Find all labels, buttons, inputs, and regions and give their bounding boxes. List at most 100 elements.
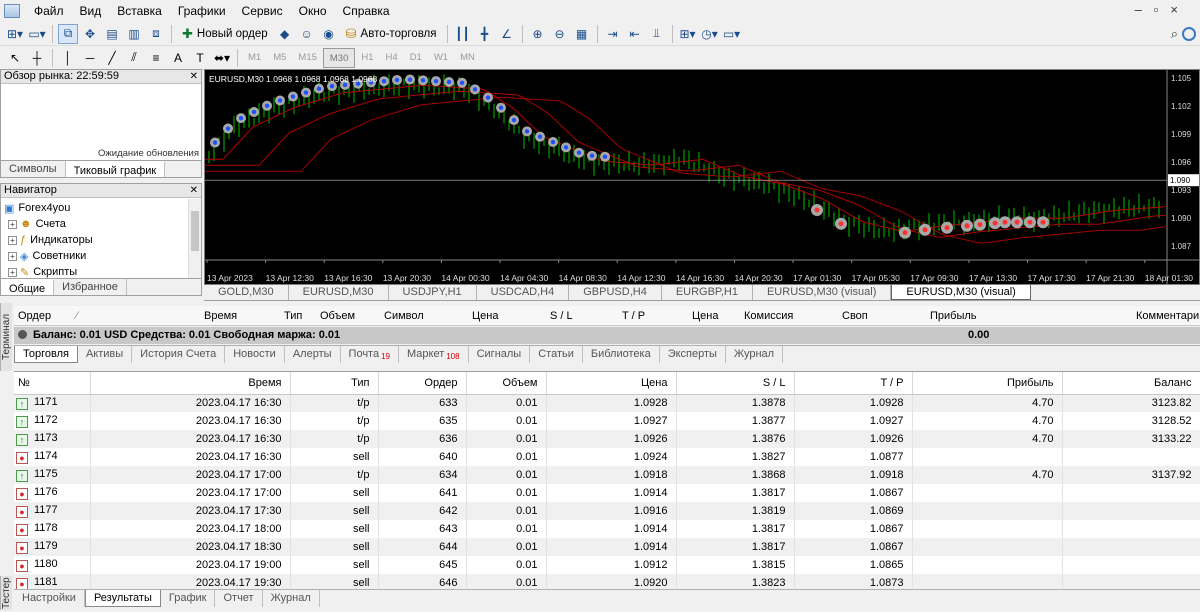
close-icon[interactable]: ✕ [190, 70, 198, 83]
table-row[interactable]: ● 1177 2023.04.17 17:30 sell 642 0.01 1.0916 1.… [14, 502, 1200, 520]
new-chart-icon[interactable]: ⊞▾ [5, 24, 25, 44]
tab-news[interactable]: Новости [225, 346, 285, 363]
expand-icon[interactable]: + [8, 267, 17, 277]
autoscroll-icon[interactable]: ⇥ [603, 24, 623, 44]
label-icon[interactable]: T [190, 48, 210, 68]
market-watch-icon[interactable]: ⧉ [58, 23, 78, 44]
table-row[interactable]: ● 1174 2023.04.17 16:30 sell 640 0.01 1.0924 1.… [14, 448, 1200, 466]
zoom-in-icon[interactable]: ⊕ [528, 24, 548, 44]
col-order[interactable]: Ордер [378, 372, 467, 395]
autotrade-button[interactable]: ⛁ Авто-торговля [341, 24, 442, 44]
expand-icon[interactable]: + [8, 235, 17, 245]
tab-articles[interactable]: Статьи [530, 346, 583, 363]
timeframe-h1[interactable]: H1 [355, 48, 379, 68]
table-row[interactable]: ● 1176 2023.04.17 17:00 sell 641 0.01 1.0914 1.… [14, 484, 1200, 502]
tab-account-history[interactable]: История Счета [132, 346, 226, 363]
tab-library[interactable]: Библиотека [583, 346, 660, 363]
timeframe-m1[interactable]: M1 [242, 48, 267, 68]
new-order-button[interactable]: ✚ Новый ордер [177, 24, 273, 44]
timeframe-m30[interactable]: M30 [322, 47, 356, 68]
line-chart-icon[interactable]: ∠ [497, 24, 517, 44]
tab-market[interactable]: Маркет 108 [399, 346, 469, 363]
col-number[interactable]: № [14, 372, 91, 395]
col-symbol[interactable]: Символ [384, 310, 424, 322]
tab-journal[interactable]: Журнал [726, 346, 784, 363]
chart-tab-usdcad[interactable]: USDCAD,H4 [477, 285, 570, 300]
col-commission[interactable]: Комиссия [744, 310, 793, 322]
timeframe-m15[interactable]: M15 [292, 48, 322, 68]
signal-icon[interactable]: ◉ [319, 24, 339, 44]
tab-signals[interactable]: Сигналы [469, 346, 531, 363]
tester-icon[interactable]: ⧈ [146, 24, 166, 44]
col-balance[interactable]: Баланс [1062, 372, 1200, 395]
timeframe-m5[interactable]: M5 [267, 48, 292, 68]
col-time[interactable]: Время [90, 372, 291, 395]
chart-tab-eurgbp[interactable]: EURGBP,H1 [662, 285, 753, 300]
col-order[interactable]: Ордер [18, 310, 51, 322]
tab-report[interactable]: Отчет [215, 590, 263, 607]
tab-favorites[interactable]: Избранное [54, 279, 127, 295]
chart-tab-gbpusd[interactable]: GBPUSD,H4 [569, 285, 662, 300]
metaeditor-icon[interactable]: ◆ [275, 24, 295, 44]
menu-file[interactable]: Файл [26, 0, 72, 22]
chart-tab-eurusd-visual-active[interactable]: EURUSD,M30 (visual) [891, 285, 1031, 300]
col-volume[interactable]: Объем [320, 310, 355, 322]
tab-alerts[interactable]: Алерты [285, 346, 341, 363]
profiles-icon[interactable]: ▭▾ [27, 24, 47, 44]
col-tp[interactable]: T / P [622, 310, 645, 322]
col-price-current[interactable]: Цена [692, 310, 718, 322]
horizontal-line-icon[interactable]: ─ [80, 48, 100, 68]
tab-symbols[interactable]: Символы [1, 161, 66, 177]
tab-tester-journal[interactable]: Журнал [263, 590, 320, 607]
tree-item-experts[interactable]: + ◈ Советники [4, 248, 201, 264]
table-row[interactable]: ● 1180 2023.04.17 19:00 sell 645 0.01 1.0912 1.… [14, 556, 1200, 574]
tab-results[interactable]: Результаты [84, 590, 161, 607]
col-tp[interactable]: T / P [794, 372, 913, 395]
crosshair-icon[interactable]: ┼ [27, 48, 47, 68]
col-type[interactable]: Тип [290, 372, 379, 395]
tile-windows-icon[interactable]: ▦ [572, 24, 592, 44]
menu-window[interactable]: Окно [291, 0, 335, 22]
chart-tab-gold[interactable]: GOLD,M30 [204, 285, 289, 300]
templates-icon[interactable]: ▭▾ [722, 24, 742, 44]
chart-tab-usdjpy[interactable]: USDJPY,H1 [389, 285, 477, 300]
add-indicator-icon[interactable]: ⊞▾ [678, 24, 698, 44]
search-icon[interactable]: ⌕ [1171, 26, 1178, 42]
tab-experts[interactable]: Эксперты [660, 346, 726, 363]
trendline-icon[interactable]: ╱ [102, 48, 122, 68]
tree-item-accounts[interactable]: + ☻ Счета [4, 216, 201, 232]
timeframe-mn[interactable]: MN [454, 48, 481, 68]
tab-trade[interactable]: Торговля [14, 346, 78, 363]
table-row[interactable]: ↑ 1172 2023.04.17 16:30 t/p 635 0.01 1.0927 1.3… [14, 412, 1200, 430]
cursor-icon[interactable]: ↖ [5, 48, 25, 68]
timeframe-d1[interactable]: D1 [404, 48, 428, 68]
col-comment[interactable]: Комментари [1136, 310, 1199, 322]
periods-icon[interactable]: ◷▾ [700, 24, 720, 44]
col-sl[interactable]: S / L [676, 372, 795, 395]
menu-view[interactable]: Вид [72, 0, 110, 22]
scroll-thumb[interactable] [191, 211, 199, 251]
table-row[interactable]: ● 1178 2023.04.17 18:00 sell 643 0.01 1.0914 1.… [14, 520, 1200, 538]
arrows-icon[interactable]: ⬌▾ [212, 48, 232, 68]
price-chart[interactable]: 1.105 1.102 1.099 1.096 1.093 1.090 1.087 1.090… [204, 69, 1200, 285]
table-row[interactable]: ↑ 1175 2023.04.17 17:00 t/p 634 0.01 1.0918 1.3… [14, 466, 1200, 484]
col-volume[interactable]: Объем [466, 372, 547, 395]
account-icon[interactable] [1182, 26, 1196, 41]
col-sl[interactable]: S / L [550, 310, 573, 322]
navigator-icon[interactable]: ▤ [102, 24, 122, 44]
menu-help[interactable]: Справка [335, 0, 398, 22]
col-price[interactable]: Цена [472, 310, 498, 322]
chart-tab-eurusd[interactable]: EURUSD,M30 [289, 285, 389, 300]
zoom-out-icon[interactable]: ⊖ [550, 24, 570, 44]
tab-exposure[interactable]: Активы [78, 346, 133, 363]
table-row[interactable]: ↑ 1171 2023.04.17 16:30 t/p 633 0.01 1.0928 1.3… [14, 394, 1200, 412]
indicators-icon[interactable]: ⫫ [647, 24, 667, 44]
chart-canvas[interactable]: 1.1051.1021.0991.0961.0931.0901.0871.090… [205, 70, 1199, 284]
tab-graph[interactable]: График [161, 590, 216, 607]
table-row[interactable]: ↑ 1173 2023.04.17 16:30 t/p 636 0.01 1.0926 1.3… [14, 430, 1200, 448]
timeframe-h4[interactable]: H4 [380, 48, 404, 68]
timeframe-w1[interactable]: W1 [428, 48, 454, 68]
col-swap[interactable]: Своп [842, 310, 868, 322]
window-controls[interactable]: –▫× [1135, 2, 1190, 17]
expand-icon[interactable]: + [8, 219, 17, 229]
